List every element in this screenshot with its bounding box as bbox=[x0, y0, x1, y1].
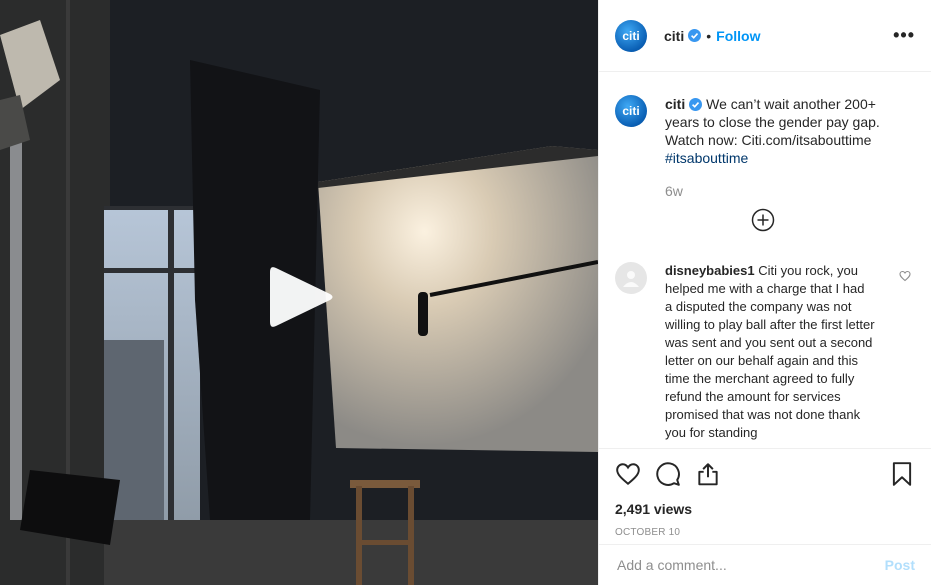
video-media[interactable] bbox=[0, 0, 598, 585]
hashtag-link[interactable]: #itsabouttime bbox=[665, 150, 748, 166]
like-heart-icon[interactable] bbox=[615, 461, 641, 487]
comments-section[interactable]: citi citi We can’t wait another 200+ yea… bbox=[599, 72, 931, 448]
action-bar: 2,491 views OCTOBER 10 bbox=[599, 448, 931, 544]
post-sidebar: citi citi • Follow ••• citi citi We can’… bbox=[598, 0, 931, 585]
post-date[interactable]: OCTOBER 10 bbox=[615, 527, 915, 538]
comment-like-heart-icon[interactable] bbox=[899, 270, 911, 282]
follow-button[interactable]: Follow bbox=[716, 28, 760, 44]
comment-bubble-icon[interactable] bbox=[655, 461, 681, 487]
avatar[interactable]: citi bbox=[615, 19, 647, 52]
bookmark-icon[interactable] bbox=[889, 461, 915, 487]
add-comment-bar: Post bbox=[599, 544, 931, 585]
header-username[interactable]: citi bbox=[664, 28, 684, 44]
caption-username[interactable]: citi bbox=[665, 96, 685, 112]
share-icon[interactable] bbox=[695, 461, 721, 487]
play-icon[interactable] bbox=[268, 264, 334, 330]
caption-text-block: citi We can’t wait another 200+ years to… bbox=[665, 95, 883, 167]
more-options-icon[interactable]: ••• bbox=[893, 25, 915, 46]
separator-dot: • bbox=[706, 27, 712, 44]
comment-input[interactable] bbox=[615, 556, 885, 574]
comment-text-block: disneybabies1 Citi you rock, you helped … bbox=[665, 262, 875, 442]
comment-avatar[interactable] bbox=[615, 262, 647, 294]
action-icons bbox=[615, 457, 915, 491]
verified-badge-icon bbox=[688, 29, 702, 42]
comment-username[interactable]: disneybabies1 bbox=[665, 263, 755, 278]
view-count[interactable]: 2,491 views bbox=[615, 501, 915, 517]
verified-badge-icon bbox=[689, 98, 703, 111]
caption-avatar[interactable]: citi bbox=[615, 95, 647, 127]
load-more-plus-icon[interactable] bbox=[751, 208, 775, 232]
post-header: citi citi • Follow ••• bbox=[599, 0, 931, 72]
caption: citi citi We can’t wait another 200+ yea… bbox=[615, 95, 915, 167]
comment-text: Citi you rock, you helped me with a char… bbox=[665, 263, 875, 440]
caption-time[interactable]: 6w bbox=[665, 183, 915, 199]
comment-item: disneybabies1 Citi you rock, you helped … bbox=[615, 262, 915, 442]
instagram-post: citi citi • Follow ••• citi citi We can’… bbox=[0, 0, 931, 585]
post-button[interactable]: Post bbox=[885, 557, 915, 573]
user-silhouette-icon bbox=[623, 271, 639, 287]
